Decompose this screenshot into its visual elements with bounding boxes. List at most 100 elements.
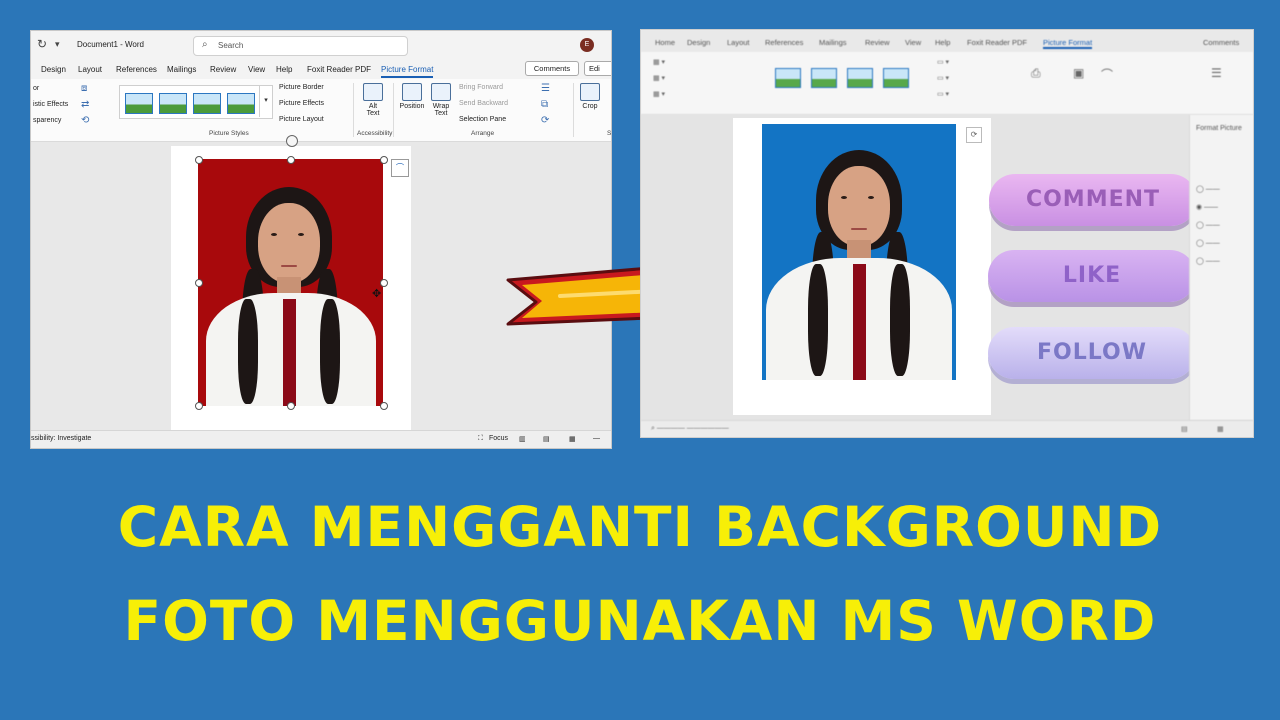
- focus-label[interactable]: Focus: [489, 435, 508, 442]
- alt-text-icon[interactable]: ⎙: [1031, 66, 1041, 81]
- compress-pictures-icon[interactable]: ⧈: [81, 83, 87, 94]
- picture-style-thumb[interactable]: [883, 68, 909, 88]
- selection-pane-button[interactable]: Selection Pane: [459, 116, 506, 123]
- web-layout-icon[interactable]: ▦: [1217, 425, 1224, 433]
- avatar[interactable]: E: [580, 38, 594, 52]
- search-input[interactable]: ⌕ Search: [193, 36, 408, 56]
- focus-icon[interactable]: ⛶: [478, 435, 483, 443]
- rotate-icon[interactable]: ⟳: [541, 115, 549, 126]
- resize-handle[interactable]: [195, 156, 203, 164]
- color-button[interactable]: or: [33, 85, 39, 92]
- tab-review[interactable]: Review: [865, 38, 890, 47]
- picture-style-thumb[interactable]: [193, 93, 221, 114]
- picture-style-thumb[interactable]: [811, 68, 837, 88]
- title-bar: ↻ ▾ Document1 - Word ⌕ Search E: [31, 31, 611, 59]
- read-mode-icon[interactable]: ▥: [519, 435, 526, 443]
- web-layout-icon[interactable]: ▦: [569, 435, 576, 443]
- picture-layout-button[interactable]: Picture Layout: [279, 116, 324, 123]
- wrap-text-label: Wrap: [432, 103, 450, 110]
- comments-button[interactable]: Comments: [525, 61, 579, 76]
- tab-design[interactable]: Design: [687, 38, 710, 47]
- accessibility-status[interactable]: ssibility: Investigate: [31, 435, 91, 442]
- picture-border-button[interactable]: ▭ ▾: [937, 58, 949, 66]
- wrap-text-icon[interactable]: ⌒: [1101, 66, 1113, 83]
- picture-style-thumb[interactable]: [847, 68, 873, 88]
- gallery-more-icon[interactable]: ▾: [259, 85, 272, 117]
- picture-border-button[interactable]: Picture Border: [279, 84, 324, 91]
- tab-view[interactable]: View: [248, 65, 265, 74]
- align-icon[interactable]: ☰: [541, 83, 550, 94]
- accessibility-status[interactable]: ⌕ ———— ——————: [651, 425, 729, 433]
- pane-option[interactable]: ◯ ——: [1196, 221, 1220, 229]
- tab-home[interactable]: Home: [655, 38, 675, 47]
- like-button[interactable]: LIKE: [988, 250, 1196, 302]
- resize-handle[interactable]: [380, 156, 388, 164]
- resize-handle[interactable]: [380, 402, 388, 410]
- tab-references[interactable]: References: [765, 38, 803, 47]
- change-picture-icon[interactable]: ⇄: [81, 99, 89, 110]
- tab-mailings[interactable]: Mailings: [819, 38, 847, 47]
- picture-layout-button[interactable]: ▭ ▾: [937, 90, 949, 98]
- layout-options-icon[interactable]: ⌒: [391, 159, 409, 177]
- tab-layout[interactable]: Layout: [727, 38, 750, 47]
- resize-handle[interactable]: [380, 279, 388, 287]
- tab-picture-format[interactable]: Picture Format: [1043, 38, 1093, 49]
- send-backward-button[interactable]: Send Backward: [459, 100, 508, 107]
- tab-picture-format[interactable]: Picture Format: [381, 65, 434, 78]
- wrap-text-label-2: Text: [434, 110, 448, 117]
- tab-mailings[interactable]: Mailings: [167, 65, 196, 74]
- artistic-effects-button[interactable]: ▦ ▾: [653, 74, 665, 82]
- rotate-icon[interactable]: ⟳: [966, 127, 982, 143]
- alt-text-button[interactable]: Alt Text: [358, 83, 388, 117]
- tab-foxit-reader-pdf[interactable]: Foxit Reader PDF: [967, 38, 1027, 47]
- tab-references[interactable]: References: [116, 65, 157, 74]
- group-icon[interactable]: ⧉: [541, 99, 548, 110]
- color-button[interactable]: ▦ ▾: [653, 58, 665, 66]
- tab-help[interactable]: Help: [276, 65, 292, 74]
- selected-photo-blue[interactable]: [762, 124, 956, 380]
- resize-handle[interactable]: [195, 402, 203, 410]
- resize-handle[interactable]: [287, 402, 295, 410]
- reset-picture-icon[interactable]: ⟲: [81, 115, 89, 126]
- picture-styles-gallery[interactable]: [119, 85, 273, 119]
- pane-option[interactable]: ◯ ——: [1196, 257, 1220, 265]
- pane-option[interactable]: ◯ ——: [1196, 185, 1220, 193]
- bring-forward-button[interactable]: Bring Forward: [459, 84, 503, 91]
- position-icon[interactable]: ▣: [1073, 66, 1084, 80]
- picture-style-thumb[interactable]: [227, 93, 255, 114]
- comments-button[interactable]: Comments: [1203, 38, 1239, 47]
- resize-handle[interactable]: [195, 279, 203, 287]
- follow-button[interactable]: FOLLOW: [988, 327, 1196, 379]
- pane-option[interactable]: ◉ ——: [1196, 203, 1218, 211]
- selected-photo-red[interactable]: [198, 159, 383, 406]
- resize-handle[interactable]: [287, 156, 295, 164]
- wrap-text-button[interactable]: Wrap Text: [426, 83, 456, 117]
- picture-style-thumb[interactable]: [159, 93, 187, 114]
- print-layout-icon[interactable]: ▤: [1181, 425, 1188, 433]
- tab-foxit-reader-pdf[interactable]: Foxit Reader PDF: [307, 65, 371, 74]
- picture-style-thumb[interactable]: [125, 93, 153, 114]
- picture-effects-button[interactable]: ▭ ▾: [937, 74, 949, 82]
- comment-button[interactable]: COMMENT: [989, 174, 1197, 226]
- editing-button[interactable]: Edi: [584, 61, 611, 76]
- artistic-effects-button[interactable]: istic Effects: [33, 101, 68, 108]
- zoom-out-icon[interactable]: —: [593, 435, 600, 442]
- align-icon[interactable]: ☰: [1211, 66, 1222, 80]
- rotate-handle[interactable]: [286, 135, 298, 147]
- picture-effects-button[interactable]: Picture Effects: [279, 100, 324, 107]
- print-layout-icon[interactable]: ▤: [543, 435, 550, 443]
- tab-view[interactable]: View: [905, 38, 921, 47]
- crop-button[interactable]: Crop: [575, 83, 605, 110]
- position-button[interactable]: Position: [397, 83, 427, 110]
- picture-style-thumb[interactable]: [775, 68, 801, 88]
- redo-icon[interactable]: ↻: [37, 37, 47, 51]
- tab-review[interactable]: Review: [210, 65, 236, 74]
- customize-toolbar-icon[interactable]: ▾: [55, 39, 60, 50]
- pane-option[interactable]: ◯ ——: [1196, 239, 1220, 247]
- tab-help[interactable]: Help: [935, 38, 950, 47]
- transparency-button[interactable]: ▦ ▾: [653, 90, 665, 98]
- transparency-button[interactable]: sparency: [33, 117, 61, 124]
- tab-layout[interactable]: Layout: [78, 65, 102, 74]
- tab-design[interactable]: Design: [41, 65, 66, 74]
- alt-text-icon: [363, 83, 383, 101]
